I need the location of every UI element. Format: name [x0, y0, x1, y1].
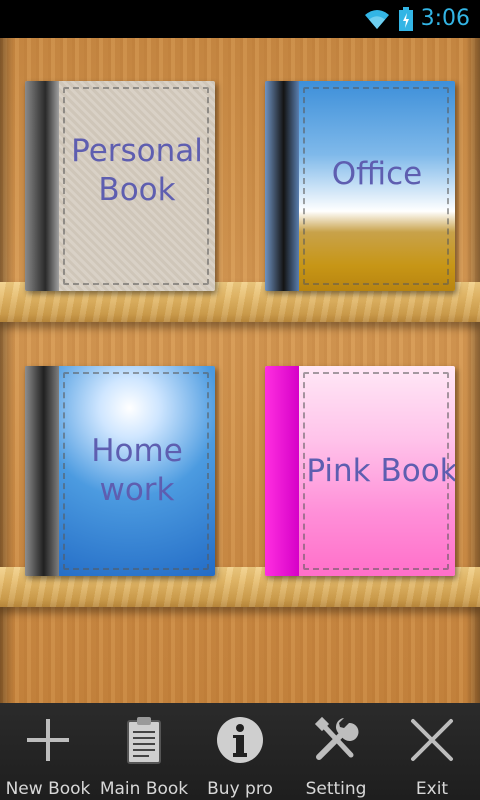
book-homework[interactable]: Home work: [25, 366, 215, 576]
setting-button[interactable]: Setting: [288, 703, 384, 800]
wrench-screwdriver-icon: [314, 716, 359, 760]
exit-button[interactable]: Exit: [384, 703, 480, 800]
close-icon: [411, 719, 453, 761]
main-book-button[interactable]: Main Book: [96, 703, 192, 800]
battery-charging-icon: [398, 6, 413, 31]
status-bar: 3:06: [0, 0, 480, 38]
book-title: Office: [331, 155, 423, 192]
book-title: Personal Book: [71, 133, 203, 208]
book-spine: [25, 81, 59, 291]
info-icon: [217, 717, 263, 763]
book-pink[interactable]: Pink Book: [265, 366, 455, 576]
book-title: Pink Book: [306, 452, 455, 489]
wifi-icon: [364, 9, 389, 29]
plus-icon: [27, 719, 69, 761]
buy-pro-button[interactable]: Buy pro: [192, 703, 288, 800]
book-office[interactable]: Office: [265, 81, 455, 291]
book-spine: [265, 81, 299, 291]
book-title: Home work: [91, 433, 183, 508]
bottom-toolbar: New Book Main Book Buy pro Setting Exit: [0, 703, 480, 800]
status-time: 3:06: [420, 6, 470, 31]
buy-pro-label: Buy pro: [207, 779, 273, 799]
new-book-label: New Book: [5, 779, 91, 799]
book-personal[interactable]: Personal Book: [25, 81, 215, 291]
exit-label: Exit: [415, 779, 449, 799]
clipboard-icon: [127, 717, 161, 764]
main-book-label: Main Book: [99, 779, 189, 799]
setting-label: Setting: [305, 779, 367, 799]
new-book-button[interactable]: New Book: [0, 703, 96, 800]
book-spine: [265, 366, 299, 576]
book-spine: [25, 366, 59, 576]
status-icons: 3:06: [363, 6, 470, 31]
